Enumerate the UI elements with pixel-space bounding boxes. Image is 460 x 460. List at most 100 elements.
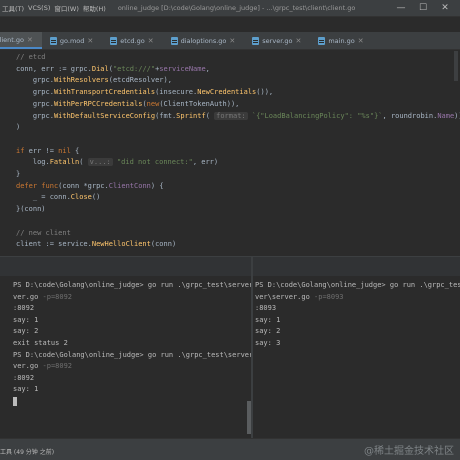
watermark: @稀土掘金技术社区 <box>364 446 454 457</box>
code-token: grpc. <box>16 99 54 108</box>
close-icon[interactable]: ✕ <box>229 37 235 45</box>
code-token: // new client <box>16 228 71 237</box>
minimize-button[interactable]: — <box>390 2 412 14</box>
code-token: (etcdResolver), <box>108 76 172 85</box>
code-line-1: // etcd <box>16 52 46 64</box>
editor-scrollbar[interactable] <box>454 51 458 81</box>
code-token: grpc. <box>16 76 54 85</box>
code-token: Sprintf <box>176 111 206 120</box>
code-token: Dial <box>91 64 109 73</box>
tab-go-mod[interactable]: go.mod ✕ <box>42 32 102 49</box>
code-line-12: defer func(conn *grpc.ClientConn) { <box>16 181 164 193</box>
close-icon[interactable]: ✕ <box>27 36 33 44</box>
code-token: say: 1 <box>13 385 39 394</box>
code-token: PS D:\code\Golang\online_judge> go run .… <box>255 281 460 289</box>
terminal-line-1: PS D:\code\Golang\online_judge> go run .… <box>255 280 460 291</box>
code-line-10: log.Fatalln( v...: "did not connect:", e… <box>16 157 218 169</box>
close-icon[interactable]: ✕ <box>87 37 93 45</box>
code-token: ver\server.go <box>255 292 315 301</box>
menu-help[interactable]: 帮助(H) <box>83 3 106 13</box>
code-token: -p=8092 <box>42 292 73 301</box>
menu-tools[interactable]: 工具(T) <box>2 3 24 13</box>
code-token: defer <box>16 181 38 190</box>
code-token: (conn) <box>150 240 177 249</box>
go-file-icon <box>252 36 260 45</box>
go-file-icon <box>110 36 118 45</box>
code-token: (conn *grpc. <box>58 181 109 190</box>
code-token: (insecure. <box>155 88 198 97</box>
terminal-line-6: say: 3 <box>255 338 280 349</box>
code-token: PS D:\code\Golang\online_judge> go run .… <box>13 281 251 289</box>
go-file-icon <box>318 36 326 45</box>
code-token: exit status 2 <box>13 339 68 347</box>
code-token: ) { <box>150 181 164 190</box>
tab-server-go[interactable]: server.go ✕ <box>244 32 310 49</box>
code-token: WithDefaultServiceConfig <box>53 111 156 120</box>
code-line-13: _ = conn.Close() <box>16 192 100 204</box>
code-token: grpc. <box>16 111 54 120</box>
code-token: , err) <box>192 158 219 167</box>
terminal-line-2: ver.go -p=8092 <box>13 292 72 303</box>
code-line-7: ) <box>16 122 20 134</box>
code-token: }(conn) <box>16 205 46 214</box>
terminal-pane-right[interactable]: PS D:\code\Golang\online_judge> go run .… <box>253 277 460 438</box>
code-token: WithTransportCredentials <box>53 88 156 97</box>
tab-label: client.go <box>0 35 25 44</box>
code-token: say: 1 <box>13 315 39 324</box>
close-icon[interactable]: ✕ <box>148 37 154 45</box>
go-file-icon <box>170 36 178 45</box>
code-token: say: 3 <box>255 339 281 347</box>
terminal-line-5: say: 2 <box>13 326 38 337</box>
code-token: { <box>70 146 80 155</box>
menu-vcs[interactable]: VCS(S) <box>28 4 50 12</box>
code-token: )), <box>454 111 460 120</box>
status-bar: 工具 (49 分钟 之前) @稀土掘金技术社区 <box>0 438 460 460</box>
code-token: log. <box>16 158 50 167</box>
code-line-9: if err != nil { <box>16 146 79 158</box>
code-token: nil <box>58 146 71 155</box>
tab-etcd-go[interactable]: etcd.go ✕ <box>102 32 162 49</box>
cursor-block <box>13 396 17 406</box>
terminal-line-2: ver\server.go -p=8093 <box>255 292 344 303</box>
code-token: client := service. <box>16 240 92 249</box>
code-token: (ClientTokenAuth)), <box>159 99 240 108</box>
code-token: say: 1 <box>255 315 281 324</box>
code-token: NewHelloClient <box>91 240 151 249</box>
code-token: ver.go <box>13 362 43 371</box>
code-token: :8093 <box>255 304 277 313</box>
terminal-line-8: ver.go -p=8092 <box>13 361 72 372</box>
code-token: say: 2 <box>255 327 281 336</box>
tab-dialoptions-go[interactable]: dialoptions.go ✕ <box>163 32 245 49</box>
terminal-line-4: say: 1 <box>255 315 280 326</box>
parameter-hint: format: <box>214 111 248 120</box>
code-line-3: grpc.WithResolvers(etcdResolver), <box>16 75 172 87</box>
maximize-button[interactable]: ☐ <box>412 2 434 14</box>
tab-main-go[interactable]: main.go ✕ <box>310 32 372 49</box>
close-icon[interactable]: ✕ <box>295 37 301 45</box>
code-token: NewCredentials <box>197 88 257 97</box>
code-token: -p=8092 <box>42 362 73 371</box>
code-token: Name <box>437 111 455 120</box>
close-icon[interactable]: ✕ <box>358 37 364 45</box>
terminal-pane-left[interactable]: PS D:\code\Golang\online_judge> go run .… <box>0 277 251 438</box>
code-token: :8092 <box>13 373 35 382</box>
terminal-line-5: say: 2 <box>255 326 280 337</box>
code-line-16: // new client <box>16 228 71 240</box>
close-button[interactable]: ✕ <box>434 2 456 14</box>
terminal-scrollbar[interactable] <box>247 401 251 434</box>
code-token: ( <box>79 158 88 167</box>
terminal-line-6: exit status 2 <box>13 338 68 349</box>
code-token: WithPerRPCCredentials <box>53 99 143 108</box>
menu-window[interactable]: 窗口(W) <box>54 3 79 13</box>
code-editor[interactable]: // etcd conn, err := grpc.Dial("etcd:///"… <box>0 51 460 256</box>
terminal-header <box>0 256 460 277</box>
code-token: ClientConn <box>108 181 151 190</box>
code-token: say: 2 <box>13 327 39 336</box>
tab-client-go[interactable]: client.go ✕ <box>0 32 42 49</box>
terminal-line-9: :8092 <box>13 373 34 384</box>
code-token: () <box>91 193 101 202</box>
code-token: :8092 <box>13 304 35 313</box>
code-token: } <box>16 170 21 178</box>
terminal-line-4: say: 1 <box>13 315 38 326</box>
code-token: ver.go <box>13 292 43 301</box>
